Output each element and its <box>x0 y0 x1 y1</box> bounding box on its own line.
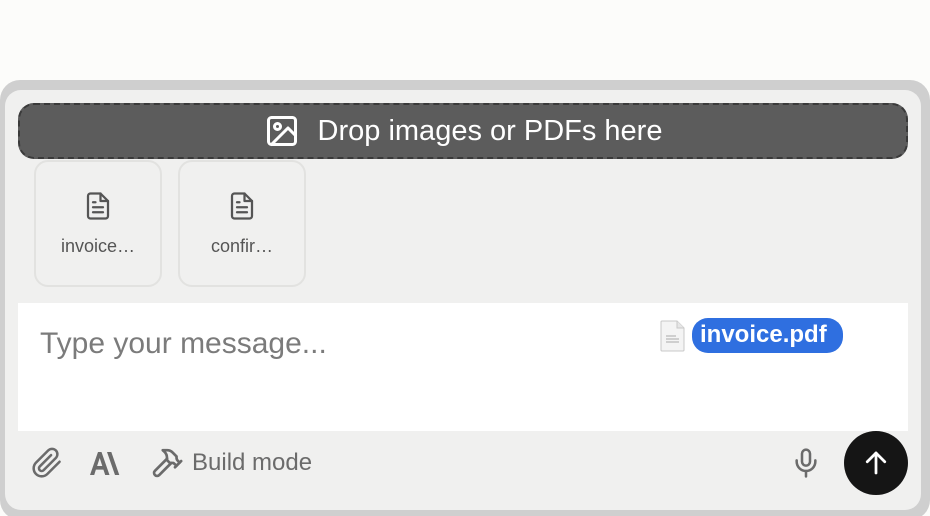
document-icon <box>230 192 254 220</box>
attachment-card[interactable]: invoice… <box>34 160 162 287</box>
document-icon <box>86 192 110 220</box>
attachment-name: confir… <box>210 236 273 256</box>
attachment-name: invoice… <box>60 236 136 256</box>
attachment-card[interactable]: confir… <box>178 160 306 287</box>
paperclip-icon[interactable] <box>31 447 63 479</box>
send-button[interactable] <box>844 431 908 495</box>
anthropic-logo-icon[interactable] <box>88 450 120 476</box>
image-icon <box>266 116 297 146</box>
message-input[interactable] <box>40 323 640 365</box>
drop-zone-label: Drop images or PDFs here <box>317 114 663 147</box>
drop-zone[interactable]: Drop images or PDFs here <box>18 103 908 159</box>
microphone-icon[interactable] <box>790 446 822 480</box>
build-mode-label: Build mode <box>192 449 313 476</box>
file-icon <box>660 320 685 351</box>
drag-file-name: invoice.pdf <box>692 318 843 353</box>
hammer-icon <box>152 448 183 478</box>
drag-ghost: invoice.pdf <box>660 318 843 353</box>
arrow-up-icon <box>865 451 887 475</box>
build-mode-button[interactable]: Build mode <box>150 444 312 482</box>
